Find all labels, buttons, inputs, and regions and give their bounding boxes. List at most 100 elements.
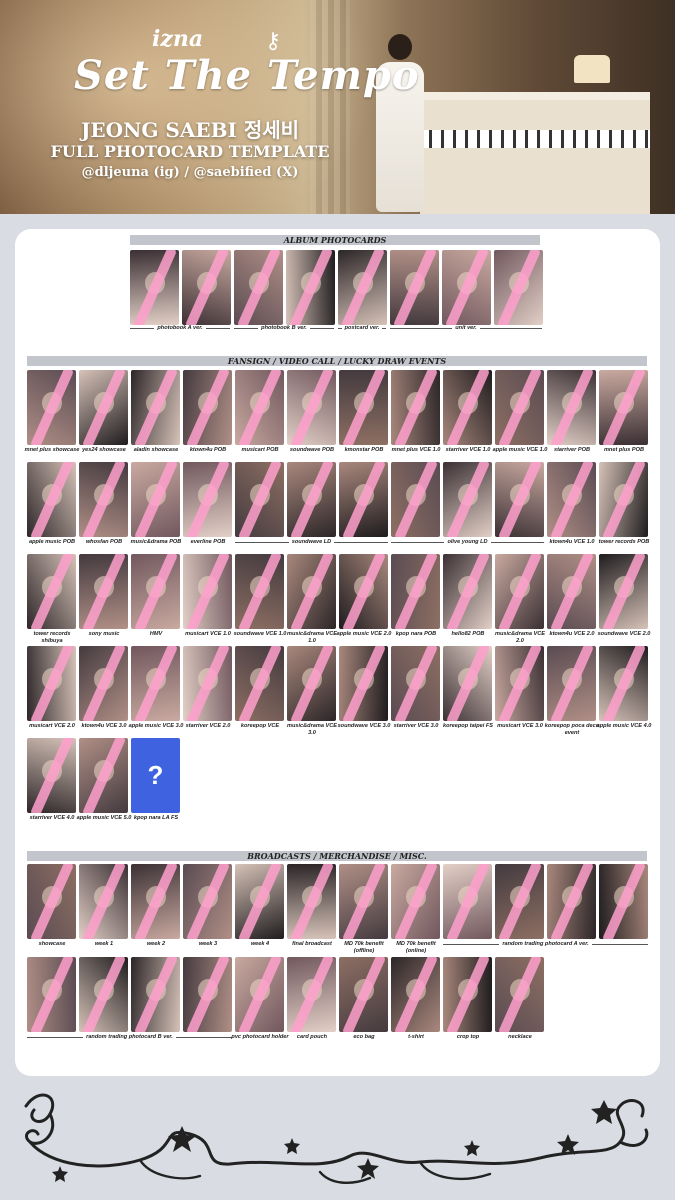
event-caption: HMV xyxy=(149,631,163,637)
misc-caption: final broadcast xyxy=(292,941,332,947)
owned-strike-mark xyxy=(340,250,386,325)
owned-strike-mark xyxy=(185,554,231,629)
owned-strike-mark xyxy=(497,370,543,445)
owned-strike-mark xyxy=(393,554,439,629)
owned-strike-mark xyxy=(289,957,335,1032)
album-photocard xyxy=(338,250,387,325)
event-caption: tower records shibuya xyxy=(33,631,71,644)
event-caption: aladin showcase xyxy=(133,447,179,453)
event-photocard xyxy=(547,646,596,721)
event-caption: starriver POB xyxy=(553,447,591,453)
misc-caption: week 4 xyxy=(250,941,270,947)
misc-photocard xyxy=(599,864,648,939)
event-photocard xyxy=(547,370,596,445)
owned-strike-mark xyxy=(341,370,387,445)
event-photocard xyxy=(495,462,544,537)
event-photocard xyxy=(235,462,284,537)
event-caption: mnet plus POB xyxy=(603,447,645,453)
owned-strike-mark xyxy=(496,250,542,325)
misc-photocard xyxy=(495,957,544,1032)
soundwave-ld-label: soundwave LD xyxy=(235,539,388,546)
event-caption: apple music VCE 1.0 xyxy=(492,447,548,453)
owned-strike-mark xyxy=(81,738,127,813)
misc-caption: card pouch xyxy=(296,1034,328,1040)
owned-strike-mark xyxy=(185,462,231,537)
event-photocard xyxy=(79,370,128,445)
event-photocard xyxy=(391,554,440,629)
owned-strike-mark xyxy=(185,957,231,1032)
owned-strike-mark xyxy=(81,957,127,1032)
event-photocard xyxy=(495,370,544,445)
event-photocard xyxy=(599,646,648,721)
owned-strike-mark xyxy=(81,554,127,629)
misc-photocard xyxy=(27,864,76,939)
owned-strike-mark xyxy=(133,957,179,1032)
owned-strike-mark xyxy=(549,554,595,629)
owned-strike-mark xyxy=(601,370,647,445)
owned-strike-mark xyxy=(133,864,179,939)
misc-caption: showcase xyxy=(38,941,66,947)
event-photocard xyxy=(339,462,388,537)
owned-strike-mark xyxy=(289,554,335,629)
ornament-stars xyxy=(52,1100,617,1182)
album-photocard xyxy=(130,250,179,325)
event-photocard xyxy=(79,462,128,537)
event-photocard xyxy=(183,646,232,721)
event-photocard xyxy=(599,370,648,445)
event-photocard xyxy=(287,370,336,445)
misc-photocard xyxy=(131,957,180,1032)
owned-strike-mark xyxy=(445,462,491,537)
event-photocard xyxy=(599,554,648,629)
olive-young-ld-label: olive young LD xyxy=(391,539,544,546)
owned-strike-mark xyxy=(392,250,438,325)
misc-photocard xyxy=(287,864,336,939)
misc-photocard xyxy=(79,864,128,939)
event-caption: ktown4u VCE 3.0 xyxy=(81,723,127,729)
owned-strike-mark xyxy=(341,864,387,939)
misc-photocard xyxy=(339,864,388,939)
misc-caption: pvc photocard holder xyxy=(231,1034,289,1040)
event-caption: tower records POB xyxy=(598,539,650,545)
credit-handles: @dljeuna (ig) / @saebified (X) xyxy=(81,165,299,180)
misc-photocard xyxy=(79,957,128,1032)
owned-strike-mark xyxy=(341,554,387,629)
owned-strike-mark xyxy=(393,864,439,939)
owned-strike-mark xyxy=(29,864,75,939)
owned-strike-mark xyxy=(29,462,75,537)
album-photocard xyxy=(494,250,543,325)
event-photocard xyxy=(235,554,284,629)
event-photocard xyxy=(495,646,544,721)
event-caption: musicart VCE 3.0 xyxy=(497,723,543,729)
owned-strike-mark xyxy=(185,646,231,721)
owned-strike-mark xyxy=(549,646,595,721)
misc-photocard xyxy=(547,864,596,939)
owned-strike-mark xyxy=(29,738,75,813)
template-title: FULL PHOTOCARD TEMPLATE xyxy=(50,142,330,161)
event-photocard xyxy=(443,554,492,629)
event-photocard xyxy=(235,370,284,445)
album-version-label: photobook A ver. xyxy=(130,325,230,332)
owned-strike-mark xyxy=(288,250,334,325)
member-name: JEONG SAEBI 정세비 xyxy=(80,118,300,142)
random-trading-b-label: random trading photocard B ver. xyxy=(27,1034,232,1041)
event-photocard xyxy=(79,738,128,813)
owned-strike-mark xyxy=(497,646,543,721)
banner-lamp xyxy=(574,55,610,83)
owned-strike-mark xyxy=(237,370,283,445)
album-photocard xyxy=(182,250,231,325)
misc-photocard xyxy=(235,864,284,939)
misc-photocard xyxy=(391,864,440,939)
event-photocard xyxy=(547,462,596,537)
group-logo: izna xyxy=(152,26,204,52)
event-photocard xyxy=(183,462,232,537)
event-photocard xyxy=(339,370,388,445)
star-icon xyxy=(52,1166,68,1182)
owned-strike-mark xyxy=(601,554,647,629)
owned-strike-mark xyxy=(393,462,439,537)
album-logo: Set The Tempo xyxy=(74,52,420,99)
event-caption: soundwave POB xyxy=(289,447,335,453)
event-photocard xyxy=(79,646,128,721)
event-photocard xyxy=(131,370,180,445)
owned-strike-mark xyxy=(237,646,283,721)
owned-strike-mark xyxy=(185,370,231,445)
